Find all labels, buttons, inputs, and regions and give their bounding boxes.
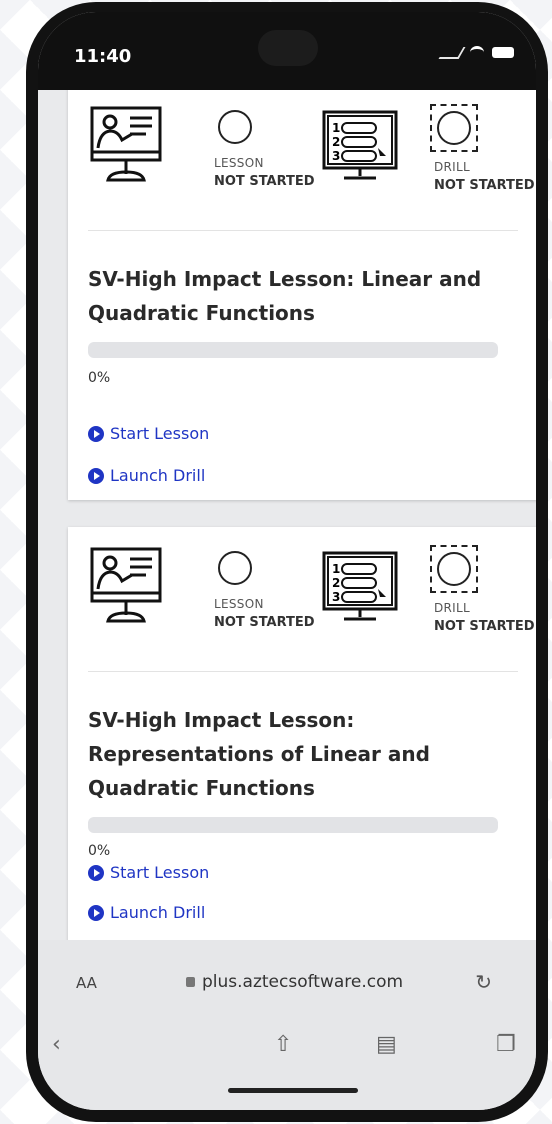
numbered-list-screen-icon: 1 2 3 [322,110,398,180]
reader-text-size-button[interactable]: AA [76,974,97,992]
svg-text:1: 1 [332,562,340,576]
status-icons [438,46,514,59]
address-bar[interactable]: AA plus.aztecsoftware.com ↻ [38,960,536,1010]
start-lesson-label: Start Lesson [110,863,210,882]
svg-text:3: 3 [332,590,340,604]
play-circle-icon [88,467,104,484]
status-bar: 11:40 [38,12,536,90]
tabs-icon[interactable]: ❐ [496,1032,516,1057]
browser-toolbar: AA plus.aztecsoftware.com ↻ ‹ ⇧ ▤ ❐ [38,940,536,1110]
drill-status-value: NOT STARTED [434,619,535,634]
progress-percent: 0% [88,370,111,386]
drill-status-icon [430,545,478,593]
progress-bar [88,342,498,358]
lesson-card: LESSON NOT STARTED 1 2 3 DRILL NOT START… [68,527,536,940]
play-circle-icon [88,904,104,921]
lesson-card: LESSON NOT STARTED 1 2 3 DRILL NOT START… [68,90,536,500]
reload-icon[interactable]: ↻ [475,970,492,994]
drill-status-label: DRILL [434,160,470,174]
svg-text:1: 1 [332,121,340,135]
drill-status-icon [430,104,478,152]
launch-drill-link[interactable]: Launch Drill [88,466,205,485]
lesson-title: SV-High Impact Lesson: Linear and Quadra… [88,267,482,325]
status-time: 11:40 [74,46,132,67]
start-lesson-link[interactable]: Start Lesson [88,424,209,443]
svg-text:2: 2 [332,135,340,149]
teacher-presentation-icon [90,106,162,182]
lesson-status-label: LESSON [214,597,264,611]
lesson-status-icon [218,551,252,585]
lesson-status-value: NOT STARTED [214,615,315,630]
signal-icon [438,46,466,59]
drill-status-value: NOT STARTED [434,178,535,193]
browser-nav-row: ‹ ⇧ ▤ ❐ [38,1032,536,1072]
teacher-presentation-icon [90,547,162,623]
start-lesson-link[interactable]: Start Lesson [88,863,209,882]
progress-percent: 0% [88,843,111,859]
battery-icon [492,47,514,58]
play-circle-icon [88,425,104,442]
lock-icon [186,977,195,987]
bookmarks-icon[interactable]: ▤ [376,1032,397,1057]
numbered-list-screen-icon: 1 2 3 [322,551,398,621]
url-text[interactable]: plus.aztecsoftware.com [202,972,403,992]
phone-screen: 11:40 LESSON NOT STARTED 1 2 3 DRILL NOT… [38,12,536,1110]
wifi-icon [470,46,484,59]
play-circle-icon [88,864,104,881]
page-content[interactable]: LESSON NOT STARTED 1 2 3 DRILL NOT START… [38,90,536,940]
phone-frame: 11:40 LESSON NOT STARTED 1 2 3 DRILL NOT… [26,2,548,1122]
camera-notch [258,30,318,66]
progress-bar [88,817,498,833]
home-indicator [228,1088,358,1093]
launch-drill-link[interactable]: Launch Drill [88,903,205,922]
svg-text:2: 2 [332,576,340,590]
lesson-status-icon [218,110,252,144]
card-divider [88,230,518,231]
launch-drill-label: Launch Drill [110,466,206,485]
empty-circle-icon [437,552,471,586]
status-row: LESSON NOT STARTED 1 2 3 DRILL NOT START… [68,527,536,677]
lesson-status-value: NOT STARTED [214,174,315,189]
share-icon[interactable]: ⇧ [274,1032,292,1057]
lesson-status-label: LESSON [214,156,264,170]
svg-text:3: 3 [332,149,340,163]
card-divider [88,671,518,672]
launch-drill-label: Launch Drill [110,903,206,922]
status-row: LESSON NOT STARTED 1 2 3 DRILL NOT START… [68,90,536,230]
lesson-title: SV-High Impact Lesson: Representations o… [88,708,430,800]
empty-circle-icon [437,111,471,145]
back-icon[interactable]: ‹ [52,1032,61,1057]
drill-status-label: DRILL [434,601,470,615]
start-lesson-label: Start Lesson [110,424,210,443]
